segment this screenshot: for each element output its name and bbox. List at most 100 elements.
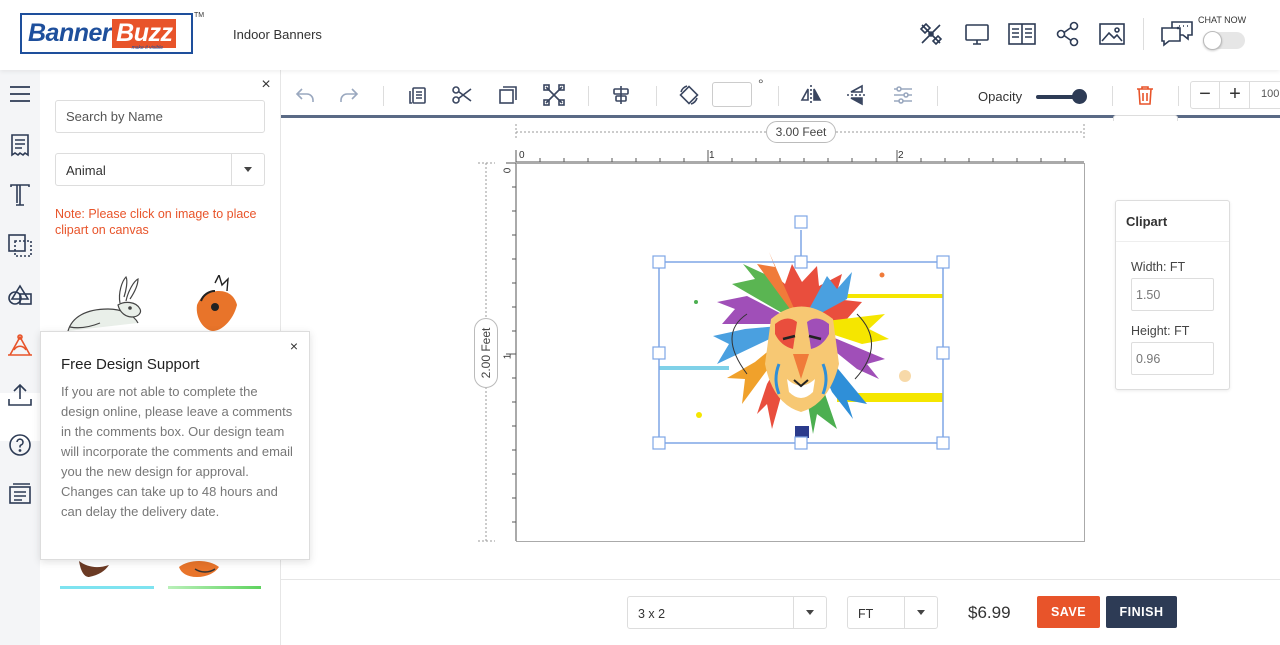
lion-clipart[interactable] [517,164,1086,543]
template-icon[interactable] [6,131,34,159]
zoom-in-button[interactable]: + [1221,82,1250,108]
instructions-icon[interactable] [1007,20,1036,48]
redo-icon[interactable] [338,84,360,106]
image-icon[interactable] [1098,20,1126,48]
remove-icon[interactable] [543,84,565,106]
chat-icon[interactable] [1160,20,1194,48]
clipart-properties-title: Clipart [1116,201,1229,242]
comments-icon[interactable] [6,481,34,509]
degree-symbol: ° [758,76,764,92]
chat-now-label: CHAT NOW [1198,15,1247,25]
search-input[interactable] [55,100,265,133]
clipart-thumb-bird[interactable] [75,557,115,579]
category-value: Animal [66,163,106,178]
width-field[interactable]: 1.50 [1131,278,1214,311]
desktop-preview-icon[interactable] [963,20,991,48]
chat-toggle[interactable] [1203,31,1245,50]
design-canvas[interactable] [516,163,1085,542]
height-field[interactable]: 0.96 [1131,342,1214,375]
design-tools-icon[interactable] [917,20,945,48]
logo-buzz-text: Buzz [112,19,177,48]
width-label: Width: FT [1131,260,1186,274]
clipart-note: Note: Please click on image to place cli… [55,207,257,237]
chevron-down-icon [806,610,814,615]
upload-icon[interactable] [6,381,34,409]
unit-dropdown-button[interactable] [904,597,937,628]
zoom-out-button[interactable]: − [1191,82,1220,108]
close-popup-icon[interactable]: × [287,338,301,354]
ruler-v-label-1: 1 [502,353,514,360]
ruler-v-label-0: 0 [502,167,514,174]
copy-icon[interactable] [406,84,428,106]
footer-bar: 3 x 2 FT $6.99 SAVE FINISH [281,579,1280,645]
flip-vertical-icon[interactable] [846,84,868,106]
logo-banner-text: Banner [28,19,112,47]
toolbar-divider [588,86,589,106]
shapes-icon[interactable] [6,281,34,309]
clipart-thumb-strip-2 [168,586,261,589]
clipart-properties-panel: Clipart Width: FT 1.50 Height: FT 0.96 [1115,200,1230,390]
opacity-label: Opacity [978,89,1023,104]
chevron-down-icon [917,610,925,615]
cut-icon[interactable] [451,84,473,106]
canvas-height-text: 2.00 Feet [479,327,493,379]
price-label: $6.99 [968,603,1011,622]
clipart-thumb-strip-1 [60,586,154,589]
header-divider [1143,18,1144,50]
share-icon[interactable] [1054,20,1082,48]
zoom-control: − + 100 [1190,81,1280,109]
unit-select[interactable]: FT [847,596,938,629]
clipart-thumb-rabbit[interactable] [60,275,155,335]
flip-horizontal-icon[interactable] [800,84,822,106]
undo-icon[interactable] [294,84,316,106]
product-title: Indoor Banners [233,27,322,42]
menu-icon[interactable] [6,80,34,108]
chevron-down-icon [244,167,252,172]
size-value: 3 x 2 [638,607,666,621]
bannerbuzz-logo[interactable]: Banner Buzz make it visible [20,13,193,54]
logo-trademark: TM [194,12,205,19]
ruler-h-label-1: 1 [709,150,715,161]
finish-button[interactable]: FINISH [1106,596,1177,628]
duplicate-icon[interactable] [497,84,519,106]
tool-rail [0,70,40,645]
chat-toggle-knob [1203,31,1222,50]
design-support-popup: Free Design Support × If you are not abl… [40,331,310,560]
adjust-icon[interactable] [892,84,914,106]
text-icon[interactable] [6,181,34,209]
toolbar-divider [1178,86,1179,106]
toolbar-divider [656,86,657,106]
height-label: Height: FT [1131,324,1190,338]
zoom-value[interactable]: 100 [1261,88,1279,100]
opacity-slider-handle[interactable] [1072,89,1087,104]
save-button[interactable]: SAVE [1037,596,1100,628]
popup-body: If you are not able to complete the desi… [61,384,293,519]
ruler-h-label-0: 0 [519,150,525,161]
toolbar-divider [778,86,779,106]
align-icon[interactable] [610,84,632,106]
top-header: Banner Buzz make it visible TM Indoor Ban… [0,0,1280,70]
close-panel-icon[interactable]: × [259,77,273,93]
canvas-height-label: 2.00 Feet [474,318,498,388]
size-dropdown-button[interactable] [793,597,826,628]
canvas-width-label: 3.00 Feet [766,121,836,143]
edit-toolbar: ° Opacity − + 100 [281,70,1280,118]
trash-icon[interactable] [1134,84,1156,106]
size-select[interactable]: 3 x 2 [627,596,827,629]
help-icon[interactable] [6,431,34,459]
clipart-thumb-fox[interactable] [175,557,235,579]
toolbar-divider [1112,86,1113,106]
background-icon[interactable] [6,231,34,259]
rotate-icon[interactable] [678,84,700,106]
toolbar-divider [383,86,384,106]
toolbar-divider [937,86,938,106]
popup-title: Free Design Support [61,356,200,373]
category-select[interactable]: Animal [55,153,265,186]
clipart-thumb-owl[interactable] [185,273,245,335]
unit-value: FT [858,607,874,621]
clipart-icon[interactable] [6,331,34,359]
logo-tagline: make it visible [131,45,163,51]
rotation-input[interactable] [712,82,752,107]
ruler-h-label-2: 2 [898,150,904,161]
category-dropdown-button[interactable] [231,154,264,185]
